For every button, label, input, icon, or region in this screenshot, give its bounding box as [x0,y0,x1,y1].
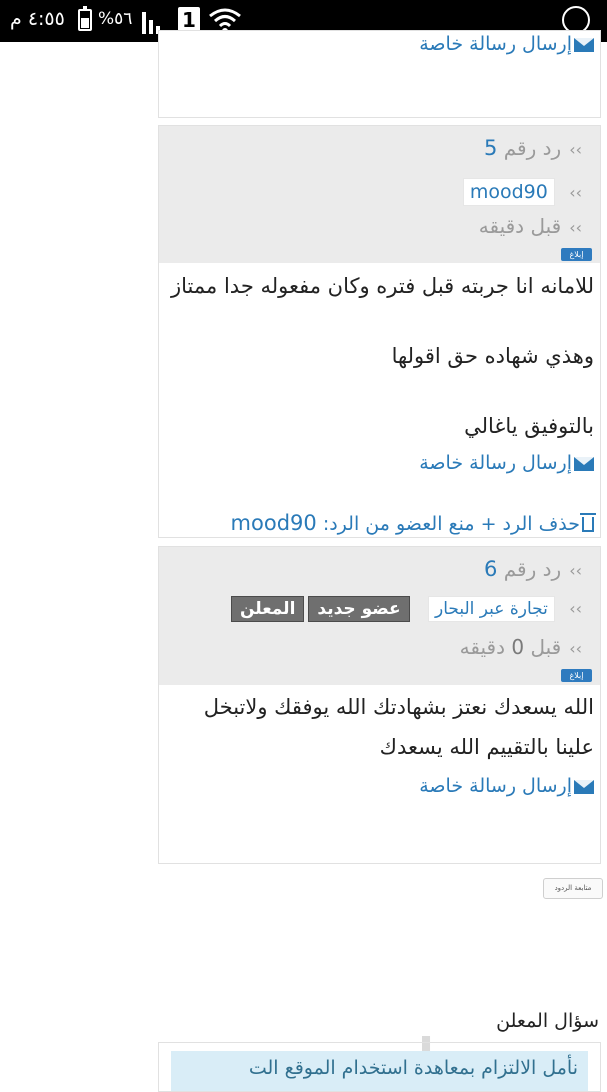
notice-text: نأمل الالتزام بمعاهدة استخدام الموقع الت [171,1051,588,1091]
badge-advertiser: المعلن [230,596,305,622]
reply-header: ››رد رقم 5 ›› mood90 ››قبل دقيقه إبلاغ [159,126,600,263]
chevron-icon: ›› [569,561,582,580]
report-button[interactable]: إبلاغ [561,669,592,682]
time-row: ››قبل دقيقه [478,214,582,238]
trash-icon [580,513,596,532]
username-link[interactable]: تجارة عبر البحار [427,596,555,622]
reply-card-5: ››رد رقم 5 ›› mood90 ››قبل دقيقه إبلاغ ل… [158,125,601,538]
ban-username: mood90 [230,511,317,535]
private-message-link[interactable]: إرسال رسالة خاصة [419,775,594,797]
follow-replies-button[interactable]: متابعة الردود [543,878,603,899]
advertiser-question-box: نأمل الالتزام بمعاهدة استخدام الموقع الت [158,1042,601,1092]
envelope-icon [574,456,594,471]
private-message-link[interactable]: إرسال رسالة خاصة [419,33,594,55]
chevron-icon: ›› [569,183,582,202]
badge-new-member: عضو جديد [308,596,410,622]
time-row: ››قبل 0 دقيقه [459,635,582,659]
username-row: ›› تجارة عبر البحار عضو جديدالمعلن [230,595,582,622]
time-ago-number: 0 [511,635,525,659]
reply-text-line: وهذي شهاده حق اقولها [391,344,594,368]
report-button[interactable]: إبلاغ [561,248,592,261]
envelope-icon [574,779,594,794]
battery-icon [78,6,92,31]
reply-card-prev: إرسال رسالة خاصة [158,30,601,118]
chevron-icon: ›› [569,639,582,658]
reply-number-row: ››رد رقم 5 [484,136,582,160]
delete-and-ban-link[interactable]: حذف الرد + منع العضو من الرد: mood90 [230,511,596,535]
reply-text-line: الله يسعدك نعتز بشهادتك الله يوفقك ولاتب… [203,695,594,719]
reply-number: 5 [484,136,498,160]
reply-text-line: للامانه انا جربته قبل فتره وكان مفعوله ج… [171,274,594,298]
chevron-icon: ›› [569,218,582,237]
private-message-link[interactable]: إرسال رسالة خاصة [419,452,594,474]
battery-percent: %٥٦ [98,9,133,29]
chevron-icon: ›› [569,599,582,618]
envelope-icon [574,37,594,52]
reply-text-line: علينا بالتقييم الله يسعدك [379,735,594,759]
section-title: سؤال المعلن [496,1010,599,1032]
reply-card-6: ››رد رقم 6 ›› تجارة عبر البحار عضو جديدا… [158,546,601,864]
reply-header: ››رد رقم 6 ›› تجارة عبر البحار عضو جديدا… [159,547,600,685]
reply-text-line: بالتوفيق ياغالي [464,414,594,438]
chevron-icon: ›› [569,140,582,159]
reply-number: 6 [484,557,498,581]
clock: ٤:٥٥ م [10,8,65,30]
reply-number-row: ››رد رقم 6 [484,557,582,581]
username-row: ›› mood90 [462,178,582,206]
username-link[interactable]: mood90 [462,178,555,206]
